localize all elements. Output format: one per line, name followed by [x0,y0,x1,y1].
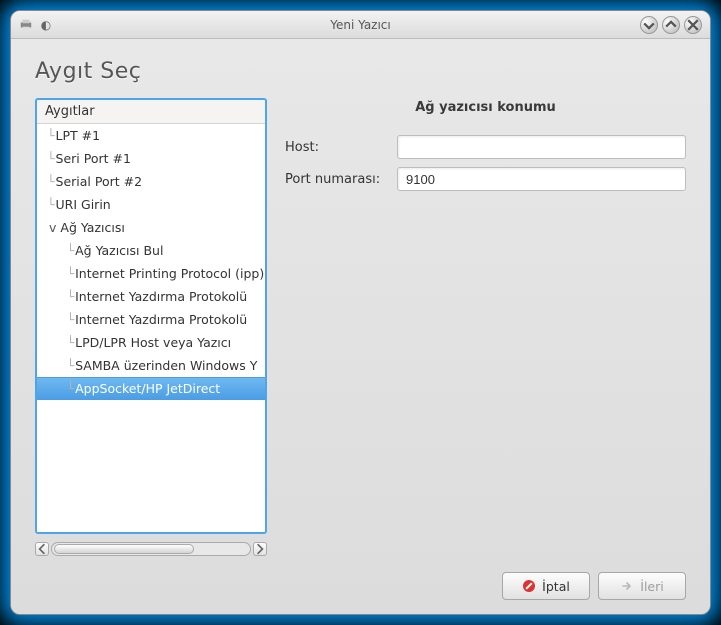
tree-twig: └ [47,309,73,331]
tree-item[interactable]: └SAMBA üzerinden Windows Y [37,354,265,377]
dialog-content: Aygıt Seç Aygıtlar └LPT #1└Seri Port #1└… [11,39,710,614]
tree-item[interactable]: └Internet Yazdırma Protokolü [37,308,265,331]
scroll-left-button[interactable] [35,542,49,556]
devices-column: Aygıtlar └LPT #1└Seri Port #1└Serial Por… [35,98,267,558]
location-panel: Ağ yazıcısı konumu Host: Port numarası: [285,98,686,558]
tree-item-label: Ağ Yazıcısı Bul [75,240,163,262]
tree-twig: └ [47,171,54,193]
tree-item[interactable]: └AppSocket/HP JetDirect [37,377,265,400]
tree-twig: └ [47,240,73,262]
tree-item-label: SAMBA üzerinden Windows Y [75,355,257,377]
tree-item[interactable]: └Seri Port #1 [37,147,265,170]
host-label: Host: [285,140,397,155]
tree-item[interactable]: └URI Girin [37,193,265,216]
tree-item-label: LPD/LPR Host veya Yazıcı [75,332,231,354]
cancel-button[interactable]: İptal [502,572,590,600]
tree-item[interactable]: └Internet Printing Protocol (ipp) [37,262,265,285]
forward-label: İleri [640,579,663,594]
dialog-footer: İptal İleri [35,572,686,600]
tree-item[interactable]: └LPT #1 [37,124,265,147]
tree-twig: └ [47,378,73,400]
tree-header: Aygıtlar [37,100,265,124]
window: ◐ Yeni Yazıcı Aygıt Seç Aygıtlar └LPT #1… [10,10,711,615]
tree-item-label: Internet Yazdırma Protokolü [75,286,247,308]
minimize-button[interactable] [640,16,658,34]
maximize-button[interactable] [662,16,680,34]
page-title: Aygıt Seç [35,59,686,84]
cancel-label: İptal [542,579,570,594]
tree-twig: └ [47,286,73,308]
panel-title: Ağ yazıcısı konumu [285,100,686,115]
port-input[interactable] [397,167,686,191]
scroll-thumb[interactable] [54,544,194,554]
tree-item[interactable]: └LPD/LPR Host veya Yazıcı [37,331,265,354]
tree-item-label: Internet Yazdırma Protokolü [75,309,247,331]
tree-twig: └ [47,332,73,354]
tree-item-label: Ağ Yazıcısı [60,217,124,239]
tree-item-label: LPT #1 [56,125,101,147]
printer-icon [19,18,33,32]
tree-twig: └ [47,148,54,170]
tree-item-label: URI Girin [56,194,111,216]
scroll-track[interactable] [51,542,251,556]
tree-item[interactable]: vAğ Yazıcısı [37,216,265,239]
tree-twig: └ [47,355,73,377]
cancel-icon [522,579,536,593]
chevron-down-icon[interactable]: v [49,217,56,239]
tree-twig: └ [47,194,54,216]
tree-item-label: Internet Printing Protocol (ipp) [75,263,264,285]
tree-item-label: Seri Port #1 [56,148,131,170]
tree-twig: └ [47,263,73,285]
port-label: Port numarası: [285,172,397,187]
close-button[interactable] [684,16,702,34]
scroll-right-button[interactable] [253,542,267,556]
tree-item[interactable]: └Internet Yazdırma Protokolü [37,285,265,308]
horizontal-scrollbar[interactable] [35,540,267,558]
host-input[interactable] [397,135,686,159]
tree-item-label: AppSocket/HP JetDirect [75,378,220,400]
collapse-icon: ◐ [39,18,53,32]
tree-twig: └ [47,125,54,147]
tree-item[interactable]: └Ağ Yazıcısı Bul [37,239,265,262]
tree-item[interactable]: └Serial Port #2 [37,170,265,193]
titlebar: ◐ Yeni Yazıcı [11,11,710,39]
tree-item-label: Serial Port #2 [56,171,143,193]
devices-tree[interactable]: Aygıtlar └LPT #1└Seri Port #1└Serial Por… [35,98,267,534]
window-title: Yeni Yazıcı [11,18,710,32]
forward-button[interactable]: İleri [598,572,686,600]
forward-icon [620,579,634,593]
